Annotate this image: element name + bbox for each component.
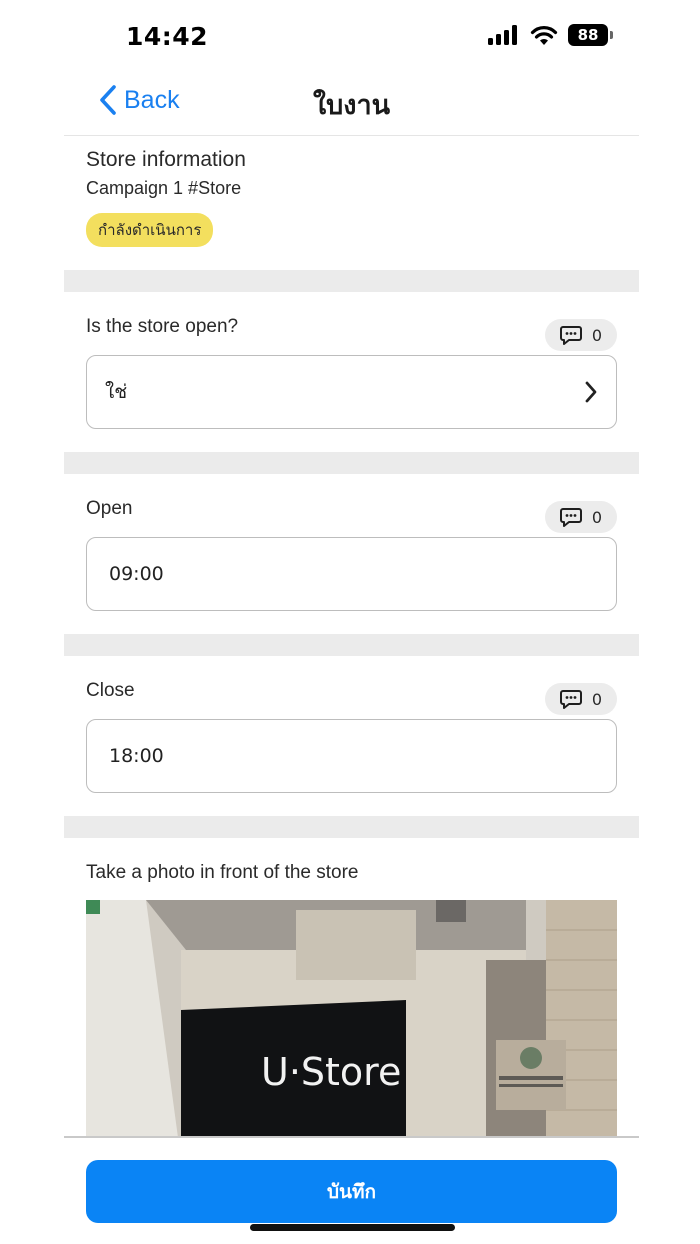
store-sign-text: U·Store xyxy=(261,1050,401,1094)
status-badge: กำลังดำเนินการ xyxy=(86,213,214,247)
section-divider xyxy=(64,452,639,474)
page-title: ใบงาน xyxy=(312,90,391,121)
comment-button[interactable]: 0 xyxy=(545,319,617,351)
nav-bar: Back ใบงาน xyxy=(64,70,639,136)
section-divider xyxy=(64,816,639,838)
open-time-value: 09:00 xyxy=(109,563,164,585)
store-info: Store information Campaign 1 #Store กำลั… xyxy=(64,136,639,270)
store-open-select[interactable]: ใช่ xyxy=(86,355,617,429)
status-time: 14:42 xyxy=(126,22,209,51)
comment-icon xyxy=(559,689,582,709)
home-indicator xyxy=(250,1224,455,1231)
comment-icon xyxy=(559,325,582,345)
screen: 14:42 88 Back ใบงาน Store information Ca… xyxy=(0,0,700,1244)
photo-question: Take a photo in front of the store U·Sto… xyxy=(64,838,639,1136)
question-close-time: Close 0 18:00 xyxy=(64,656,639,816)
open-time-field[interactable]: 09:00 xyxy=(86,537,617,611)
question-label: Open xyxy=(86,498,133,519)
battery-level: 88 xyxy=(577,26,599,44)
comment-count: 0 xyxy=(591,507,603,527)
question-open-time: Open 0 09:00 xyxy=(64,474,639,634)
comment-count: 0 xyxy=(591,689,603,709)
store-photo[interactable]: U·Store xyxy=(86,900,617,1136)
status-icons: 88 xyxy=(488,24,613,46)
select-value: ใช่ xyxy=(105,381,128,403)
wifi-icon xyxy=(530,26,558,45)
status-bar: 14:42 88 xyxy=(0,0,700,70)
comment-count: 0 xyxy=(591,325,603,345)
close-time-value: 18:00 xyxy=(109,745,164,767)
question-label: Close xyxy=(86,680,135,701)
comment-button[interactable]: 0 xyxy=(545,683,617,715)
chevron-right-icon xyxy=(585,381,597,403)
task-content[interactable]: Store information Campaign 1 #Store กำลั… xyxy=(64,136,639,1136)
section-divider xyxy=(64,634,639,656)
photo-label: Take a photo in front of the store xyxy=(86,862,359,883)
section-divider xyxy=(64,270,639,292)
comment-icon xyxy=(559,507,582,527)
battery-icon: 88 xyxy=(568,24,613,46)
info-title: Store information xyxy=(86,148,246,171)
question-label: Is the store open? xyxy=(86,316,239,337)
comment-button[interactable]: 0 xyxy=(545,501,617,533)
question-store-open: Is the store open? 0 ใช่ xyxy=(64,292,639,452)
save-button[interactable]: บันทึก xyxy=(86,1160,617,1223)
cellular-signal-icon xyxy=(488,25,517,45)
info-subtitle: Campaign 1 #Store xyxy=(86,178,242,198)
store-front-image: U·Store xyxy=(86,900,617,1136)
close-time-field[interactable]: 18:00 xyxy=(86,719,617,793)
